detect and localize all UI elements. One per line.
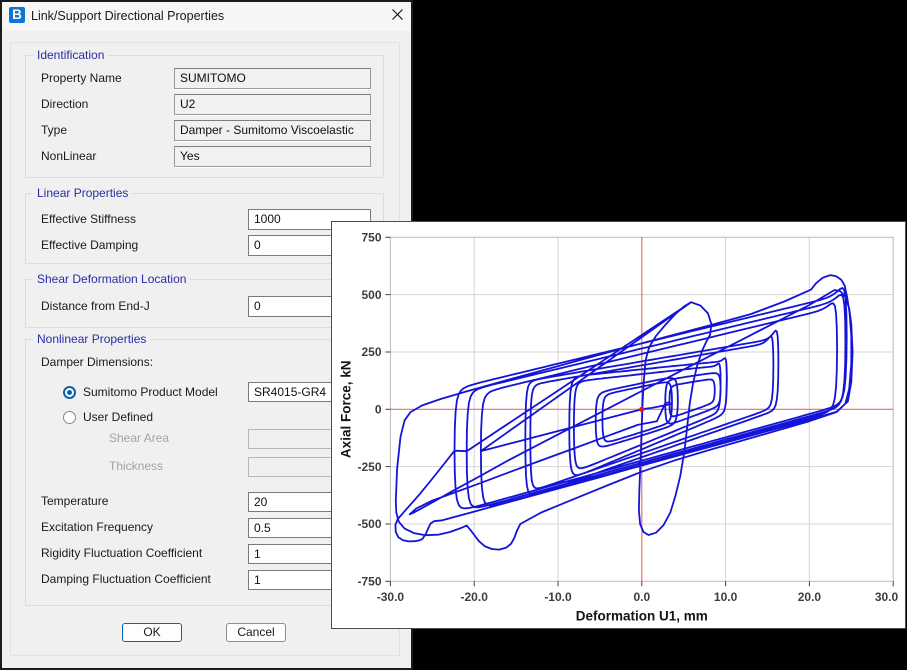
svg-text:0.0: 0.0	[633, 590, 650, 604]
svg-text:-10.0: -10.0	[544, 590, 572, 604]
svg-text:20.0: 20.0	[798, 590, 822, 604]
svg-text:500: 500	[361, 288, 381, 302]
svg-text:-20.0: -20.0	[461, 590, 489, 604]
svg-text:Axial Force, kN: Axial Force, kN	[339, 361, 354, 459]
svg-text:10.0: 10.0	[714, 590, 738, 604]
svg-text:30.0: 30.0	[875, 590, 899, 604]
svg-text:Deformation U1, mm: Deformation U1, mm	[576, 609, 708, 624]
svg-text:-250: -250	[357, 460, 381, 474]
svg-text:250: 250	[361, 345, 381, 359]
svg-text:750: 750	[361, 231, 381, 245]
svg-text:-750: -750	[357, 575, 381, 589]
svg-text:-500: -500	[357, 517, 381, 531]
svg-text:0: 0	[375, 403, 382, 417]
svg-text:-30.0: -30.0	[377, 590, 405, 604]
